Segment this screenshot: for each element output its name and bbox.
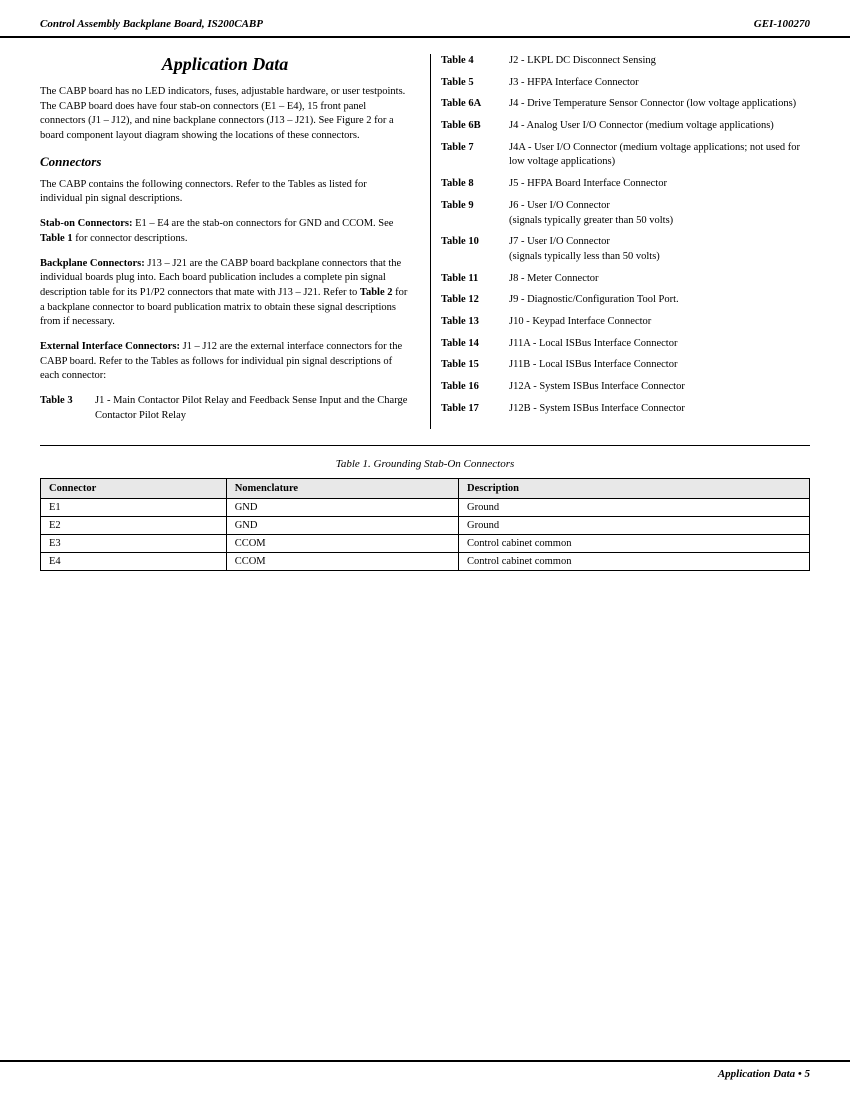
table1-cell-0-1: GND: [226, 499, 458, 517]
page: Control Assembly Backplane Board, IS200C…: [0, 0, 850, 1100]
main-content: Application Data The CABP board has no L…: [0, 38, 850, 429]
table1-cell-3-2: Control cabinet common: [459, 553, 810, 571]
table1-cell-2-0: E3: [41, 535, 227, 553]
right-desc-14: J12B - System ISBus Interface Connector: [509, 402, 810, 417]
backplane-text: Backplane Connectors: J13 – J21 are the …: [40, 257, 410, 330]
right-row-7: Table 10 J7 - User I/O Connector(signals…: [441, 235, 810, 264]
right-desc-11: J11A - Local ISBus Interface Connector: [509, 337, 810, 352]
table1-section: Table 1. Grounding Stab-On Connectors Co…: [0, 458, 850, 571]
right-row-9: Table 12 J9 - Diagnostic/Configuration T…: [441, 293, 810, 308]
right-row-14: Table 17 J12B - System ISBus Interface C…: [441, 402, 810, 417]
right-label-12: Table 15: [441, 358, 509, 373]
right-row-8: Table 11 J8 - Meter Connector: [441, 272, 810, 287]
right-row-2: Table 6A J4 - Drive Temperature Sensor C…: [441, 97, 810, 112]
right-label-3: Table 6B: [441, 119, 509, 134]
right-label-5: Table 8: [441, 177, 509, 192]
right-desc-0: J2 - LKPL DC Disconnect Sensing: [509, 54, 810, 69]
intro-text: The CABP board has no LED indicators, fu…: [40, 85, 410, 144]
right-desc-4: J4A - User I/O Connector (medium voltage…: [509, 141, 810, 170]
table1-cell-1-0: E2: [41, 517, 227, 535]
left-table-label-0: Table 3: [40, 394, 95, 409]
footer-right: Application Data • 5: [718, 1068, 810, 1080]
right-row-4: Table 7 J4A - User I/O Connector (medium…: [441, 141, 810, 170]
right-desc-9: J9 - Diagnostic/Configuration Tool Port.: [509, 293, 810, 308]
right-label-4: Table 7: [441, 141, 509, 156]
connectors-title: Connectors: [40, 154, 410, 170]
left-table-entry-0: Table 3 J1 - Main Contactor Pilot Relay …: [40, 394, 410, 423]
left-table-desc-0: J1 - Main Contactor Pilot Relay and Feed…: [95, 394, 410, 423]
right-desc-1: J3 - HFPA Interface Connector: [509, 76, 810, 91]
stab-on-text: Stab-on Connectors: E1 – E4 are the stab…: [40, 217, 410, 246]
page-header: Control Assembly Backplane Board, IS200C…: [0, 0, 850, 38]
table1-row-3: E4CCOMControl cabinet common: [41, 553, 810, 571]
right-row-12: Table 15 J11B - Local ISBus Interface Co…: [441, 358, 810, 373]
table1-row-2: E3CCOMControl cabinet common: [41, 535, 810, 553]
table1-cell-1-1: GND: [226, 517, 458, 535]
header-left: Control Assembly Backplane Board, IS200C…: [40, 18, 263, 30]
col-connector: Connector: [41, 479, 227, 499]
right-row-5: Table 8 J5 - HFPA Board Interface Connec…: [441, 177, 810, 192]
right-row-10: Table 13 J10 - Keypad Interface Connecto…: [441, 315, 810, 330]
right-row-11: Table 14 J11A - Local ISBus Interface Co…: [441, 337, 810, 352]
right-row-3: Table 6B J4 - Analog User I/O Connector …: [441, 119, 810, 134]
table1-cell-1-2: Ground: [459, 517, 810, 535]
page-footer: Application Data • 5: [0, 1060, 850, 1080]
table1-row-1: E2GNDGround: [41, 517, 810, 535]
right-row-0: Table 4 J2 - LKPL DC Disconnect Sensing: [441, 54, 810, 69]
right-label-2: Table 6A: [441, 97, 509, 112]
right-label-7: Table 10: [441, 235, 509, 250]
right-desc-10: J10 - Keypad Interface Connector: [509, 315, 810, 330]
right-desc-5: J5 - HFPA Board Interface Connector: [509, 177, 810, 192]
table1-cell-3-1: CCOM: [226, 553, 458, 571]
right-desc-13: J12A - System ISBus Interface Connector: [509, 380, 810, 395]
right-desc-8: J8 - Meter Connector: [509, 272, 810, 287]
left-column: Application Data The CABP board has no L…: [40, 54, 410, 429]
right-label-14: Table 17: [441, 402, 509, 417]
connectors-intro: The CABP contains the following connecto…: [40, 178, 410, 207]
right-label-10: Table 13: [441, 315, 509, 330]
right-label-11: Table 14: [441, 337, 509, 352]
col-description: Description: [459, 479, 810, 499]
table1-row-0: E1GNDGround: [41, 499, 810, 517]
table1-cell-0-0: E1: [41, 499, 227, 517]
table1: Connector Nomenclature Description E1GND…: [40, 478, 810, 571]
table1-header-row: Connector Nomenclature Description: [41, 479, 810, 499]
right-label-0: Table 4: [441, 54, 509, 69]
table1-cell-0-2: Ground: [459, 499, 810, 517]
right-label-13: Table 16: [441, 380, 509, 395]
table1-cell-2-1: CCOM: [226, 535, 458, 553]
external-text: External Interface Connectors: J1 – J12 …: [40, 340, 410, 384]
right-column: Table 4 J2 - LKPL DC Disconnect Sensing …: [430, 54, 810, 429]
table1-cell-2-2: Control cabinet common: [459, 535, 810, 553]
right-label-6: Table 9: [441, 199, 509, 214]
col-nomenclature: Nomenclature: [226, 479, 458, 499]
header-right: GEI-100270: [754, 18, 810, 30]
right-desc-12: J11B - Local ISBus Interface Connector: [509, 358, 810, 373]
section-divider: [40, 445, 810, 446]
right-desc-3: J4 - Analog User I/O Connector (medium v…: [509, 119, 810, 134]
table1-caption: Table 1. Grounding Stab-On Connectors: [40, 458, 810, 470]
right-label-9: Table 12: [441, 293, 509, 308]
right-desc-6: J6 - User I/O Connector(signals typicall…: [509, 199, 810, 228]
right-desc-2: J4 - Drive Temperature Sensor Connector …: [509, 97, 810, 112]
right-row-6: Table 9 J6 - User I/O Connector(signals …: [441, 199, 810, 228]
right-label-8: Table 11: [441, 272, 509, 287]
right-label-1: Table 5: [441, 76, 509, 91]
right-row-13: Table 16 J12A - System ISBus Interface C…: [441, 380, 810, 395]
right-desc-7: J7 - User I/O Connector(signals typicall…: [509, 235, 810, 264]
right-row-1: Table 5 J3 - HFPA Interface Connector: [441, 76, 810, 91]
section-title: Application Data: [40, 54, 410, 75]
table1-cell-3-0: E4: [41, 553, 227, 571]
